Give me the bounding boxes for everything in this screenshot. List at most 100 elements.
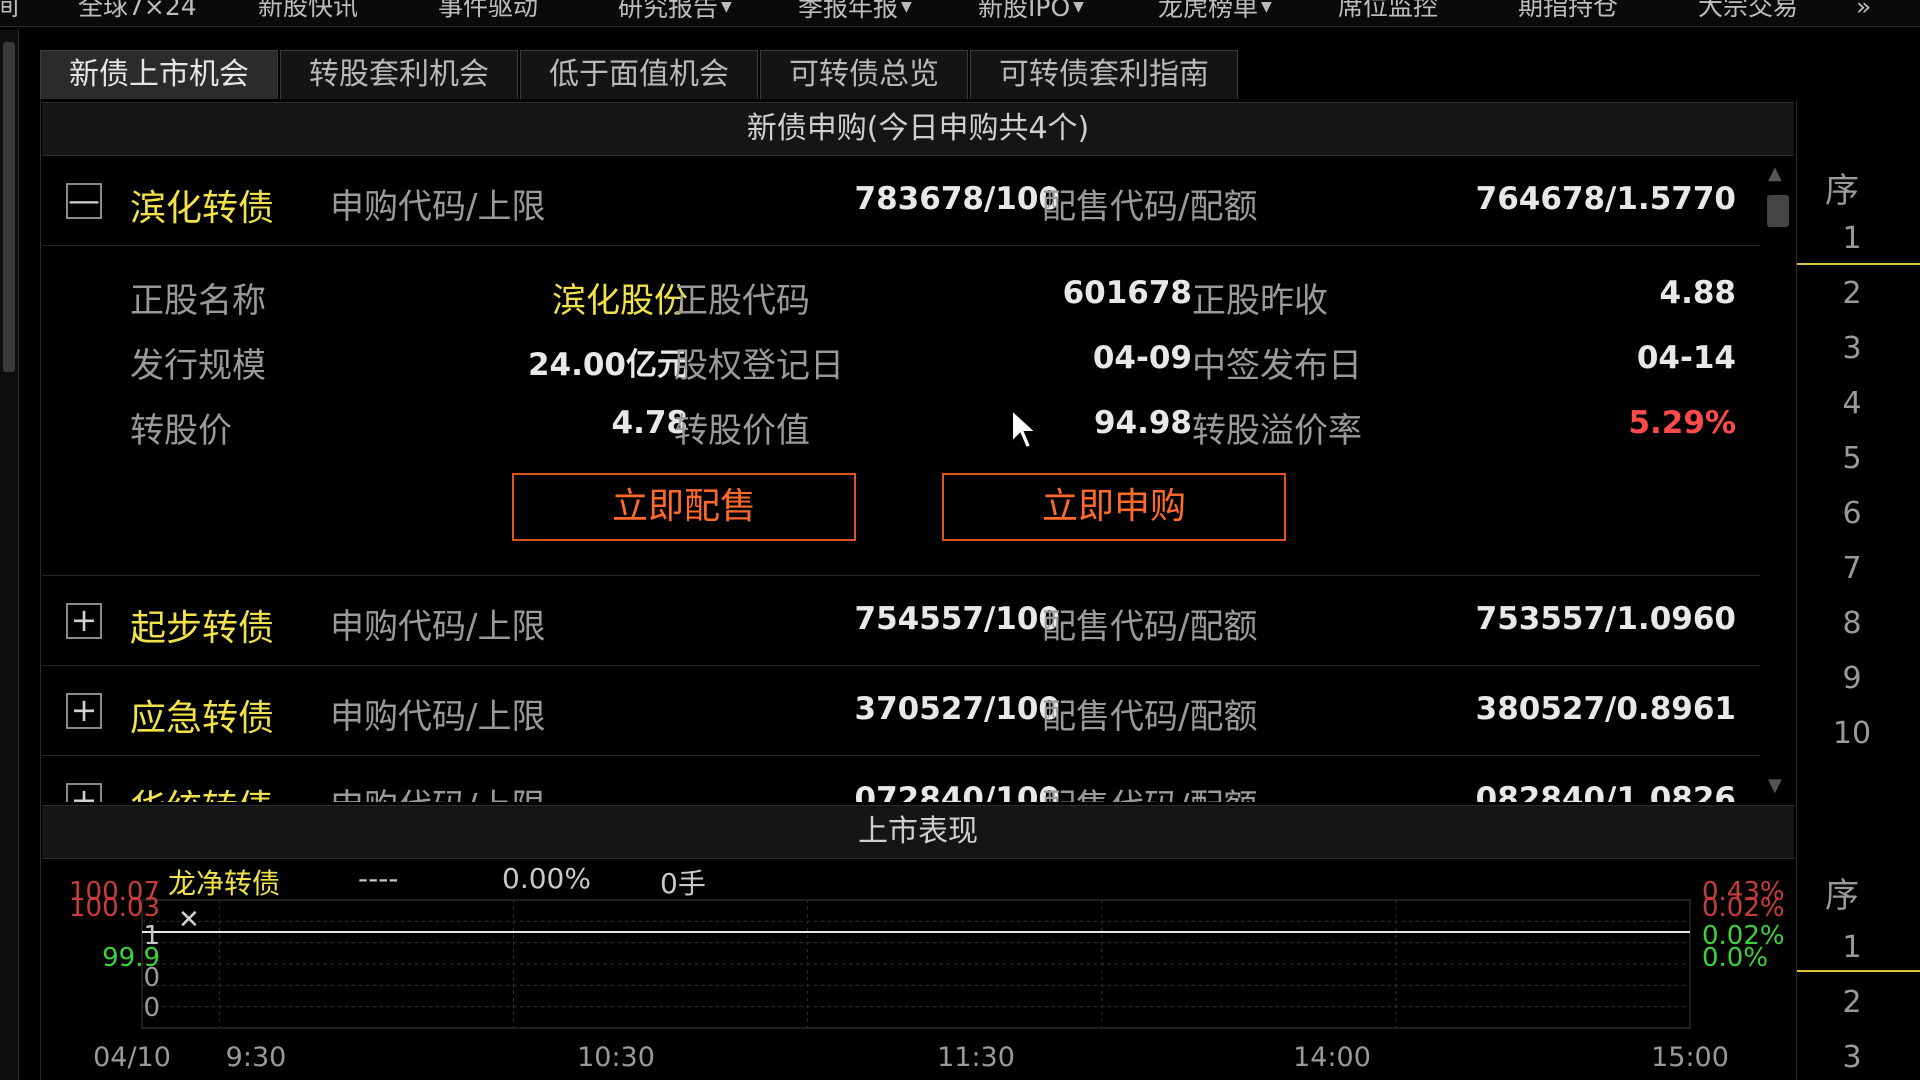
scroll-up-icon[interactable]: ▲	[1768, 163, 1782, 184]
sequence-header: 序	[1825, 876, 1859, 916]
sequence-number[interactable]: 8	[1807, 606, 1897, 641]
menu-item-label: 新股快讯	[258, 0, 359, 21]
menu-item-label: 龙虎榜单	[1158, 0, 1259, 22]
menu-item[interactable]: 龙虎榜单 ▼	[1158, 0, 1272, 22]
issue-size-label: 发行规模	[130, 346, 266, 386]
allot-code-value: 082840/1.0826	[1475, 781, 1736, 802]
bond-list[interactable]: — 滨化转债 申购代码/上限 783678/100 配售代码/配额 764678…	[42, 157, 1760, 802]
collapse-icon[interactable]: —	[66, 183, 102, 219]
menu-item[interactable]: 期指持仓	[1518, 0, 1618, 22]
menu-item[interactable]: 研究报告 ▼	[618, 0, 732, 22]
issue-size-value: 24.00亿元	[527, 347, 688, 383]
sequence-number[interactable]: 5	[1807, 441, 1897, 476]
menu-item[interactable]: 间	[0, 0, 19, 22]
sequence-number[interactable]: 6	[1807, 496, 1897, 531]
menu-item[interactable]: 新股IPO ▼	[978, 0, 1084, 22]
chart-time-label: 11:30	[937, 1042, 1015, 1073]
sequence-number[interactable]: 3	[1807, 1040, 1897, 1075]
intraday-chart[interactable]: 龙净转债 ---- 0.00% 0手 ✕ 100.07 100.03 1 99.9 0 0 0…	[42, 860, 1794, 1080]
allot-code-value: 753557/1.0960	[1475, 601, 1736, 637]
allot-code-value: 380527/0.8961	[1475, 691, 1736, 727]
bond-row[interactable]: + 起步转债 申购代码/上限 754557/100 配售代码/配额 753557…	[42, 577, 1760, 666]
selected-row-indicator	[1797, 263, 1920, 265]
chart-time-label: 10:30	[577, 1042, 655, 1073]
subscribe-code-value: 754557/100	[854, 601, 1060, 637]
stock-code-label: 正股代码	[674, 281, 810, 321]
left-scrollbar-thumb[interactable]	[3, 42, 15, 372]
selected-row-indicator	[1797, 970, 1920, 972]
menu-item[interactable]: 事件驱动	[438, 0, 538, 22]
chart-right-tick-label: 0.02%	[1702, 893, 1785, 923]
list-scrollbar[interactable]: ▲ ▼	[1762, 163, 1792, 799]
chart-left-tick-label: 0	[143, 993, 160, 1023]
allot-code-label: 配售代码/配额	[1042, 779, 1257, 802]
bond-row[interactable]: + 应急转债 申购代码/上限 370527/100 配售代码/配额 380527…	[42, 667, 1760, 756]
top-menu-bar: 间全球7×24新股快讯事件驱动研究报告▼季报年报▼新股IPO▼龙虎榜单▼席位监控…	[0, 0, 1920, 27]
sequence-number[interactable]: 10	[1807, 716, 1897, 751]
tab-new-bond-listing[interactable]: 新债上市机会	[40, 50, 278, 99]
conversion-price-label: 转股价	[130, 411, 232, 451]
sequence-number[interactable]: 7	[1807, 551, 1897, 586]
left-scrollbar[interactable]	[0, 30, 19, 1080]
menu-item-label: 研究报告	[618, 0, 719, 22]
bond-detail-panel: 正股名称 滨化股份 正股代码 601678 正股昨收 4.88 发行规模 24.…	[42, 247, 1760, 576]
sequence-number[interactable]: 1	[1807, 221, 1897, 256]
allot-now-button[interactable]: 立即配售	[512, 473, 856, 541]
expand-icon[interactable]: +	[66, 603, 102, 639]
list-scrollbar-thumb[interactable]	[1767, 195, 1789, 227]
bond-row[interactable]: + 华统转债 申购代码/上限 072840/100 配售代码/配额 082840…	[42, 757, 1760, 802]
menu-item[interactable]: 席位监控	[1338, 0, 1438, 22]
record-date-value: 04-09	[1092, 340, 1192, 376]
allot-code-value: 764678/1.5770	[1475, 181, 1736, 217]
menu-item-label: 季报年报	[798, 0, 899, 22]
menu-item[interactable]: 全球7×24	[78, 0, 197, 22]
bond-name[interactable]: 滨化转债	[130, 179, 274, 231]
chart-left-tick-label: 0	[143, 963, 160, 993]
sequence-number[interactable]: 1	[1807, 930, 1897, 965]
sequence-number[interactable]: 9	[1807, 661, 1897, 696]
menu-item-label: 期指持仓	[1518, 0, 1619, 21]
scroll-down-icon[interactable]: ▼	[1768, 775, 1782, 796]
chart-left-tick-label: 100.03	[69, 893, 160, 923]
tab-arbitrage-guide[interactable]: 可转债套利指南	[970, 50, 1238, 99]
menu-item-label: 事件驱动	[438, 0, 539, 21]
chart-time-label: 14:00	[1293, 1042, 1371, 1073]
chart-time-label: 9:30	[226, 1042, 287, 1073]
stock-code-value: 601678	[1062, 275, 1192, 311]
sequence-number[interactable]: 2	[1807, 985, 1897, 1020]
section-header-new-bonds: 新债申购(今日申购共4个)	[42, 102, 1794, 156]
bond-name[interactable]: 起步转债	[130, 599, 274, 651]
sequence-number[interactable]: 2	[1807, 276, 1897, 311]
bond-row-expanded[interactable]: — 滨化转债 申购代码/上限 783678/100 配售代码/配额 764678…	[42, 157, 1760, 246]
subscribe-code-value: 072840/100	[854, 781, 1060, 802]
bond-name[interactable]: 应急转债	[130, 689, 274, 741]
bond-name[interactable]: 华统转债	[130, 779, 274, 802]
sequence-header: 序	[1825, 171, 1859, 211]
prev-close-value: 4.88	[1659, 275, 1737, 311]
dropdown-caret-icon: ▼	[901, 0, 912, 15]
sequence-number[interactable]: 3	[1807, 331, 1897, 366]
allot-code-label: 配售代码/配额	[1042, 187, 1258, 227]
record-date-label: 股权登记日	[674, 346, 844, 386]
subscribe-code-value: 370527/100	[854, 691, 1060, 727]
menu-item[interactable]: 季报年报 ▼	[798, 0, 912, 22]
menu-item-label: 间	[0, 0, 19, 21]
tab-below-par[interactable]: 低于面值机会	[520, 50, 758, 99]
dropdown-caret-icon: ▼	[721, 0, 732, 15]
lottery-date-label: 中签发布日	[1192, 346, 1362, 386]
subscribe-now-button[interactable]: 立即申购	[942, 473, 1286, 541]
tab-convertible-overview[interactable]: 可转债总览	[760, 50, 968, 99]
dropdown-caret-icon: ▼	[1073, 0, 1084, 15]
menu-item-label: 新股IPO	[978, 0, 1071, 22]
sequence-number[interactable]: 4	[1807, 386, 1897, 421]
section-header-listing-performance: 上市表现	[42, 805, 1794, 859]
menu-item[interactable]: 新股快讯	[258, 0, 358, 22]
expand-icon[interactable]: +	[66, 783, 102, 802]
stock-name-value: 滨化股份	[552, 281, 688, 321]
dropdown-caret-icon: ▼	[1261, 0, 1272, 15]
tab-conversion-arbitrage[interactable]: 转股套利机会	[280, 50, 518, 99]
menu-item[interactable]: »	[1856, 0, 1871, 22]
expand-icon[interactable]: +	[66, 693, 102, 729]
conversion-value-value: 94.98	[1093, 405, 1192, 441]
menu-item[interactable]: 大宗交易	[1698, 0, 1798, 22]
